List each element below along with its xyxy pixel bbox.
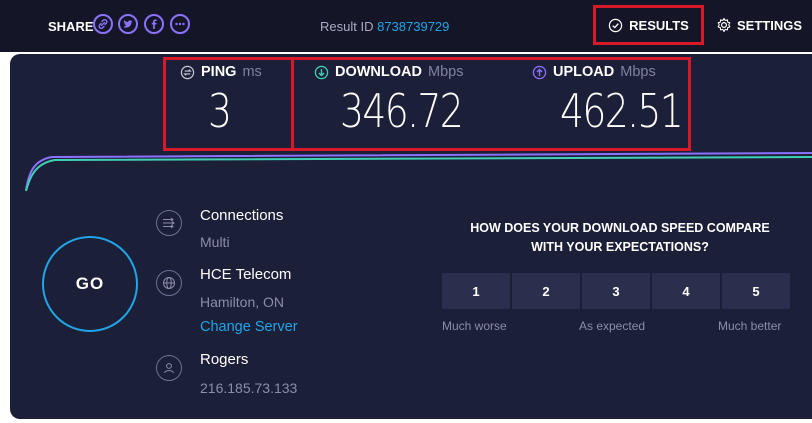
link-icon[interactable] xyxy=(93,14,113,34)
result-id-link[interactable]: 8738739729 xyxy=(377,19,449,34)
results-button[interactable]: RESULTS xyxy=(593,5,704,45)
upload-metric: UPLOAD Mbps xyxy=(532,64,656,80)
rating-option-2[interactable]: 2 xyxy=(512,273,580,309)
survey-question-line1: HOW DOES YOUR DOWNLOAD SPEED COMPARE xyxy=(470,221,770,235)
upload-value: 462.51 xyxy=(560,84,684,138)
user-icon xyxy=(156,355,182,381)
main-panel: PING ms 3 DOWNLOAD Mbps 346.72 UPLOAD Mb… xyxy=(10,54,812,419)
connections-title: Connections xyxy=(200,207,284,224)
download-metric: DOWNLOAD Mbps xyxy=(314,64,463,80)
download-label: DOWNLOAD xyxy=(335,64,422,80)
isp-ip: 216.185.73.133 xyxy=(200,380,298,396)
ping-header: PING ms xyxy=(180,64,262,80)
ping-unit: ms xyxy=(242,64,262,80)
connections-icon xyxy=(156,210,182,236)
rating-option-4[interactable]: 4 xyxy=(652,273,720,309)
facebook-icon[interactable] xyxy=(144,14,164,34)
go-label: GO xyxy=(75,274,105,293)
download-header: DOWNLOAD Mbps xyxy=(314,64,463,80)
survey-question-line2: WITH YOUR EXPECTATIONS? xyxy=(531,240,709,254)
settings-button[interactable]: SETTINGS xyxy=(716,14,802,36)
rating-option-5[interactable]: 5 xyxy=(722,273,790,309)
download-value: 346.72 xyxy=(340,84,464,138)
globe-icon xyxy=(156,270,182,296)
share-label: SHARE xyxy=(48,19,94,34)
twitter-icon[interactable] xyxy=(118,14,138,34)
upload-label: UPLOAD xyxy=(553,64,615,80)
results-label: RESULTS xyxy=(629,17,689,33)
more-icon[interactable] xyxy=(170,14,190,34)
ping-value: 3 xyxy=(208,84,232,138)
rating-label-low: Much worse xyxy=(442,319,507,333)
upload-icon xyxy=(532,65,547,79)
check-circle-icon xyxy=(608,18,623,32)
download-unit: Mbps xyxy=(428,64,464,80)
top-bar: SHARE Result ID 8738739729 RESULTS SETTI… xyxy=(0,0,812,52)
download-icon xyxy=(314,65,329,79)
survey-question: HOW DOES YOUR DOWNLOAD SPEED COMPARE WIT… xyxy=(442,219,798,257)
isp-name: Rogers xyxy=(200,351,249,368)
upload-unit: Mbps xyxy=(620,64,656,80)
settings-label: SETTINGS xyxy=(737,17,803,33)
change-server-link[interactable]: Change Server xyxy=(200,319,298,335)
upload-header: UPLOAD Mbps xyxy=(532,64,656,80)
ping-metric: PING ms xyxy=(180,64,262,80)
download-graph-line xyxy=(25,156,812,192)
server-name: HCE Telecom xyxy=(200,266,292,283)
go-button[interactable]: GO xyxy=(42,236,138,332)
rating-option-3[interactable]: 3 xyxy=(582,273,650,309)
rating-label-mid: As expected xyxy=(579,319,646,333)
ping-icon xyxy=(180,65,195,79)
result-id-row: Result ID 8738739729 xyxy=(320,19,449,34)
gear-icon xyxy=(717,17,731,33)
server-location: Hamilton, ON xyxy=(200,294,285,310)
connections-value: Multi xyxy=(200,234,230,250)
rating-option-1[interactable]: 1 xyxy=(442,273,510,309)
rating-label-high: Much better xyxy=(718,319,782,333)
ping-label: PING xyxy=(201,64,237,80)
result-id-label: Result ID xyxy=(320,19,374,34)
